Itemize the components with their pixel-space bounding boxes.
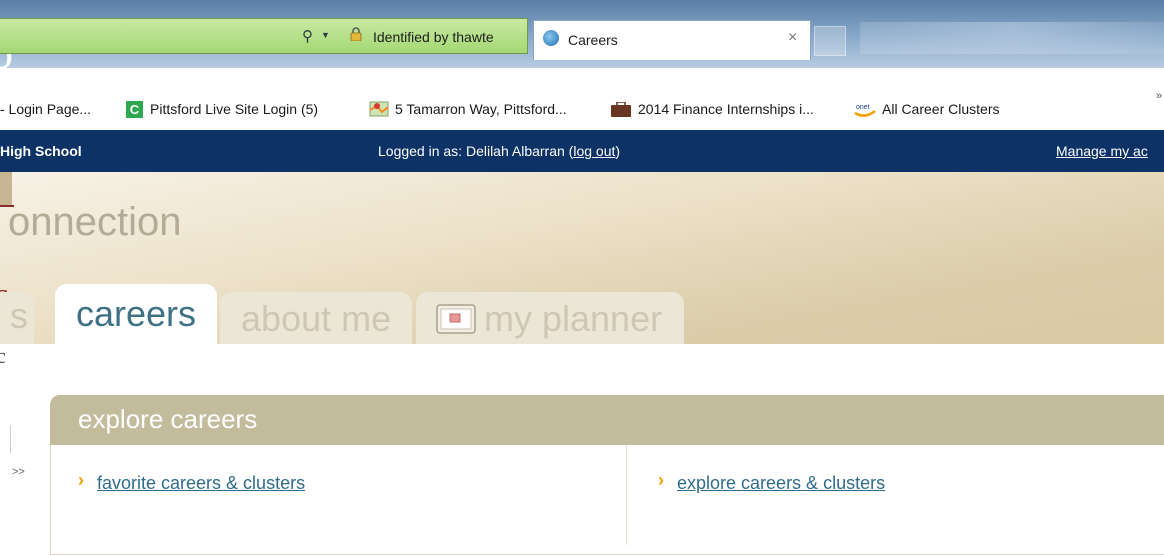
favorite-pittsford-live[interactable]: Pittsford Live Site Login (5)	[150, 101, 318, 117]
favorite-careers-link[interactable]: favorite careers & clusters	[97, 473, 305, 494]
tab-careers-label: careers	[76, 293, 197, 334]
school-name: High School	[0, 143, 82, 159]
panel-title: explore careers	[78, 404, 258, 434]
dropdown-icon[interactable]: ▼	[321, 30, 330, 40]
manage-account-link[interactable]: Manage my ac	[1056, 143, 1148, 159]
tab-about-me[interactable]: about me	[220, 292, 412, 344]
browser-tab-title[interactable]: Careers	[568, 32, 618, 48]
lock-icon	[350, 27, 362, 41]
briefcase-icon	[611, 102, 631, 117]
background-tab[interactable]	[860, 22, 1164, 54]
chevron-right-icon: ›	[658, 470, 664, 490]
logged-in-status: Logged in as: Delilah Albarran (log out)	[378, 143, 620, 159]
site-identity-label[interactable]: Identified by thawte	[373, 29, 494, 45]
column-divider	[626, 445, 627, 545]
tab-about-me-label: about me	[241, 298, 392, 339]
expand-icon[interactable]: >>	[12, 466, 25, 478]
tab-my-planner-label: my planner	[484, 298, 663, 339]
tab-partial-label: s	[10, 295, 28, 336]
explore-careers-link[interactable]: explore careers & clusters	[677, 473, 885, 494]
search-icon[interactable]: ⚲	[302, 27, 313, 45]
favorite-finance-internships[interactable]: 2014 Finance Internships i...	[638, 101, 814, 117]
sidebar-edge	[10, 425, 11, 453]
map-icon	[369, 101, 389, 117]
logged-in-suffix: )	[615, 143, 621, 159]
favorite-login-page[interactable]: - Login Page...	[0, 101, 91, 117]
favorite-all-career-clusters[interactable]: All Career Clusters	[882, 101, 999, 117]
calendar-icon	[436, 304, 476, 334]
onet-icon: onet	[854, 104, 876, 117]
partial-content-letter: c	[0, 343, 6, 368]
green-c-icon: C	[126, 101, 143, 118]
chevron-right-icon: ›	[78, 470, 84, 490]
favorites-overflow-icon[interactable]: »	[1156, 90, 1162, 102]
logged-in-label: Logged in as: Delilah Albarran (	[378, 143, 574, 159]
logout-link[interactable]: log out	[573, 143, 615, 159]
tab-favicon-icon	[543, 30, 559, 46]
close-icon[interactable]: ×	[788, 29, 797, 47]
tab-partial[interactable]: s	[0, 292, 34, 344]
svg-text:onet: onet	[856, 104, 870, 111]
favorite-tamarron-way[interactable]: 5 Tamarron Way, Pittsford...	[395, 101, 567, 117]
favorites-bar	[0, 68, 1164, 130]
new-tab-button[interactable]	[814, 26, 846, 56]
site-brand: onnection	[8, 200, 182, 244]
tab-careers[interactable]: careers	[55, 284, 217, 344]
